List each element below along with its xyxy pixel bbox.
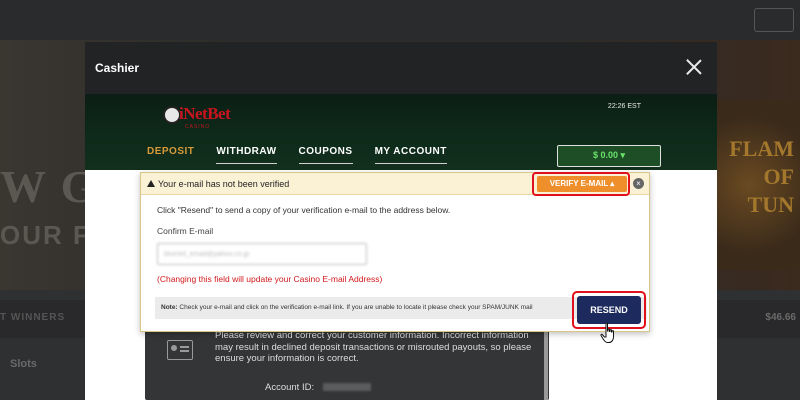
note-label: Note: (161, 304, 178, 311)
background-topbar (0, 0, 800, 40)
scrollbar[interactable] (544, 330, 548, 400)
winners-amount: $46.66 (765, 312, 796, 323)
logo-text: iNetBet (179, 104, 231, 123)
popup-close-icon[interactable]: × (633, 178, 644, 189)
popup-header: Your e-mail has not been verified VERIFY… (141, 172, 649, 196)
warning-icon (147, 180, 155, 187)
modal-title: Cashier (95, 61, 140, 75)
banner-text: W G (0, 161, 99, 212)
id-card-icon (167, 340, 193, 360)
account-id-value (322, 383, 371, 392)
balance-button[interactable]: $ 0.00 ▾ (557, 145, 661, 167)
hand-cursor-icon (600, 322, 614, 343)
customer-info-box: Please review and correct your customer … (145, 330, 549, 400)
background-top-button (754, 8, 794, 32)
cashier-tabs: DEPOSIT WITHDRAW COUPONS MY ACCOUNT (147, 146, 469, 164)
clock: 22:26 EST (607, 103, 641, 110)
tab-coupons[interactable]: COUPONS (298, 146, 353, 164)
inetbet-logo: iNetBet CASINO (163, 104, 231, 132)
account-id-label: Account ID: (265, 382, 315, 393)
cashier-brand-header: iNetBet CASINO 22:26 EST DEPOSIT WITHDRA… (85, 94, 717, 170)
resend-button[interactable]: RESEND (577, 296, 641, 324)
tab-deposit[interactable]: DEPOSIT (147, 146, 194, 164)
note-text: Note: Check your e-mail and click on the… (161, 304, 569, 311)
confirm-email-field[interactable] (157, 243, 367, 265)
instruction-text: Click "Resend" to send a copy of your ve… (157, 205, 451, 215)
modal-header: Cashier (85, 42, 717, 94)
confirm-email-label: Confirm E-mail (157, 226, 214, 236)
cashier-modal: Cashier iNetBet CASINO 22:26 EST DEPOSIT… (85, 42, 717, 400)
logo-subtext: CASINO (185, 124, 211, 130)
close-icon[interactable] (683, 56, 705, 78)
info-text: Please review and correct your customer … (215, 330, 532, 364)
game-title-text: FLAM OF TUN (729, 136, 794, 217)
winners-label: T WINNERS (0, 312, 66, 323)
slots-nav-item: Slots (10, 358, 37, 370)
account-id: Account ID: (265, 382, 371, 393)
tab-my-account[interactable]: MY ACCOUNT (374, 146, 447, 164)
verify-highlight-box (532, 172, 630, 196)
tab-withdraw[interactable]: WITHDRAW (216, 146, 277, 164)
email-change-warning: (Changing this field will update your Ca… (157, 274, 383, 284)
warning-text: Your e-mail has not been verified (158, 179, 290, 189)
note-body: Check your e-mail and click on the verif… (177, 304, 533, 311)
